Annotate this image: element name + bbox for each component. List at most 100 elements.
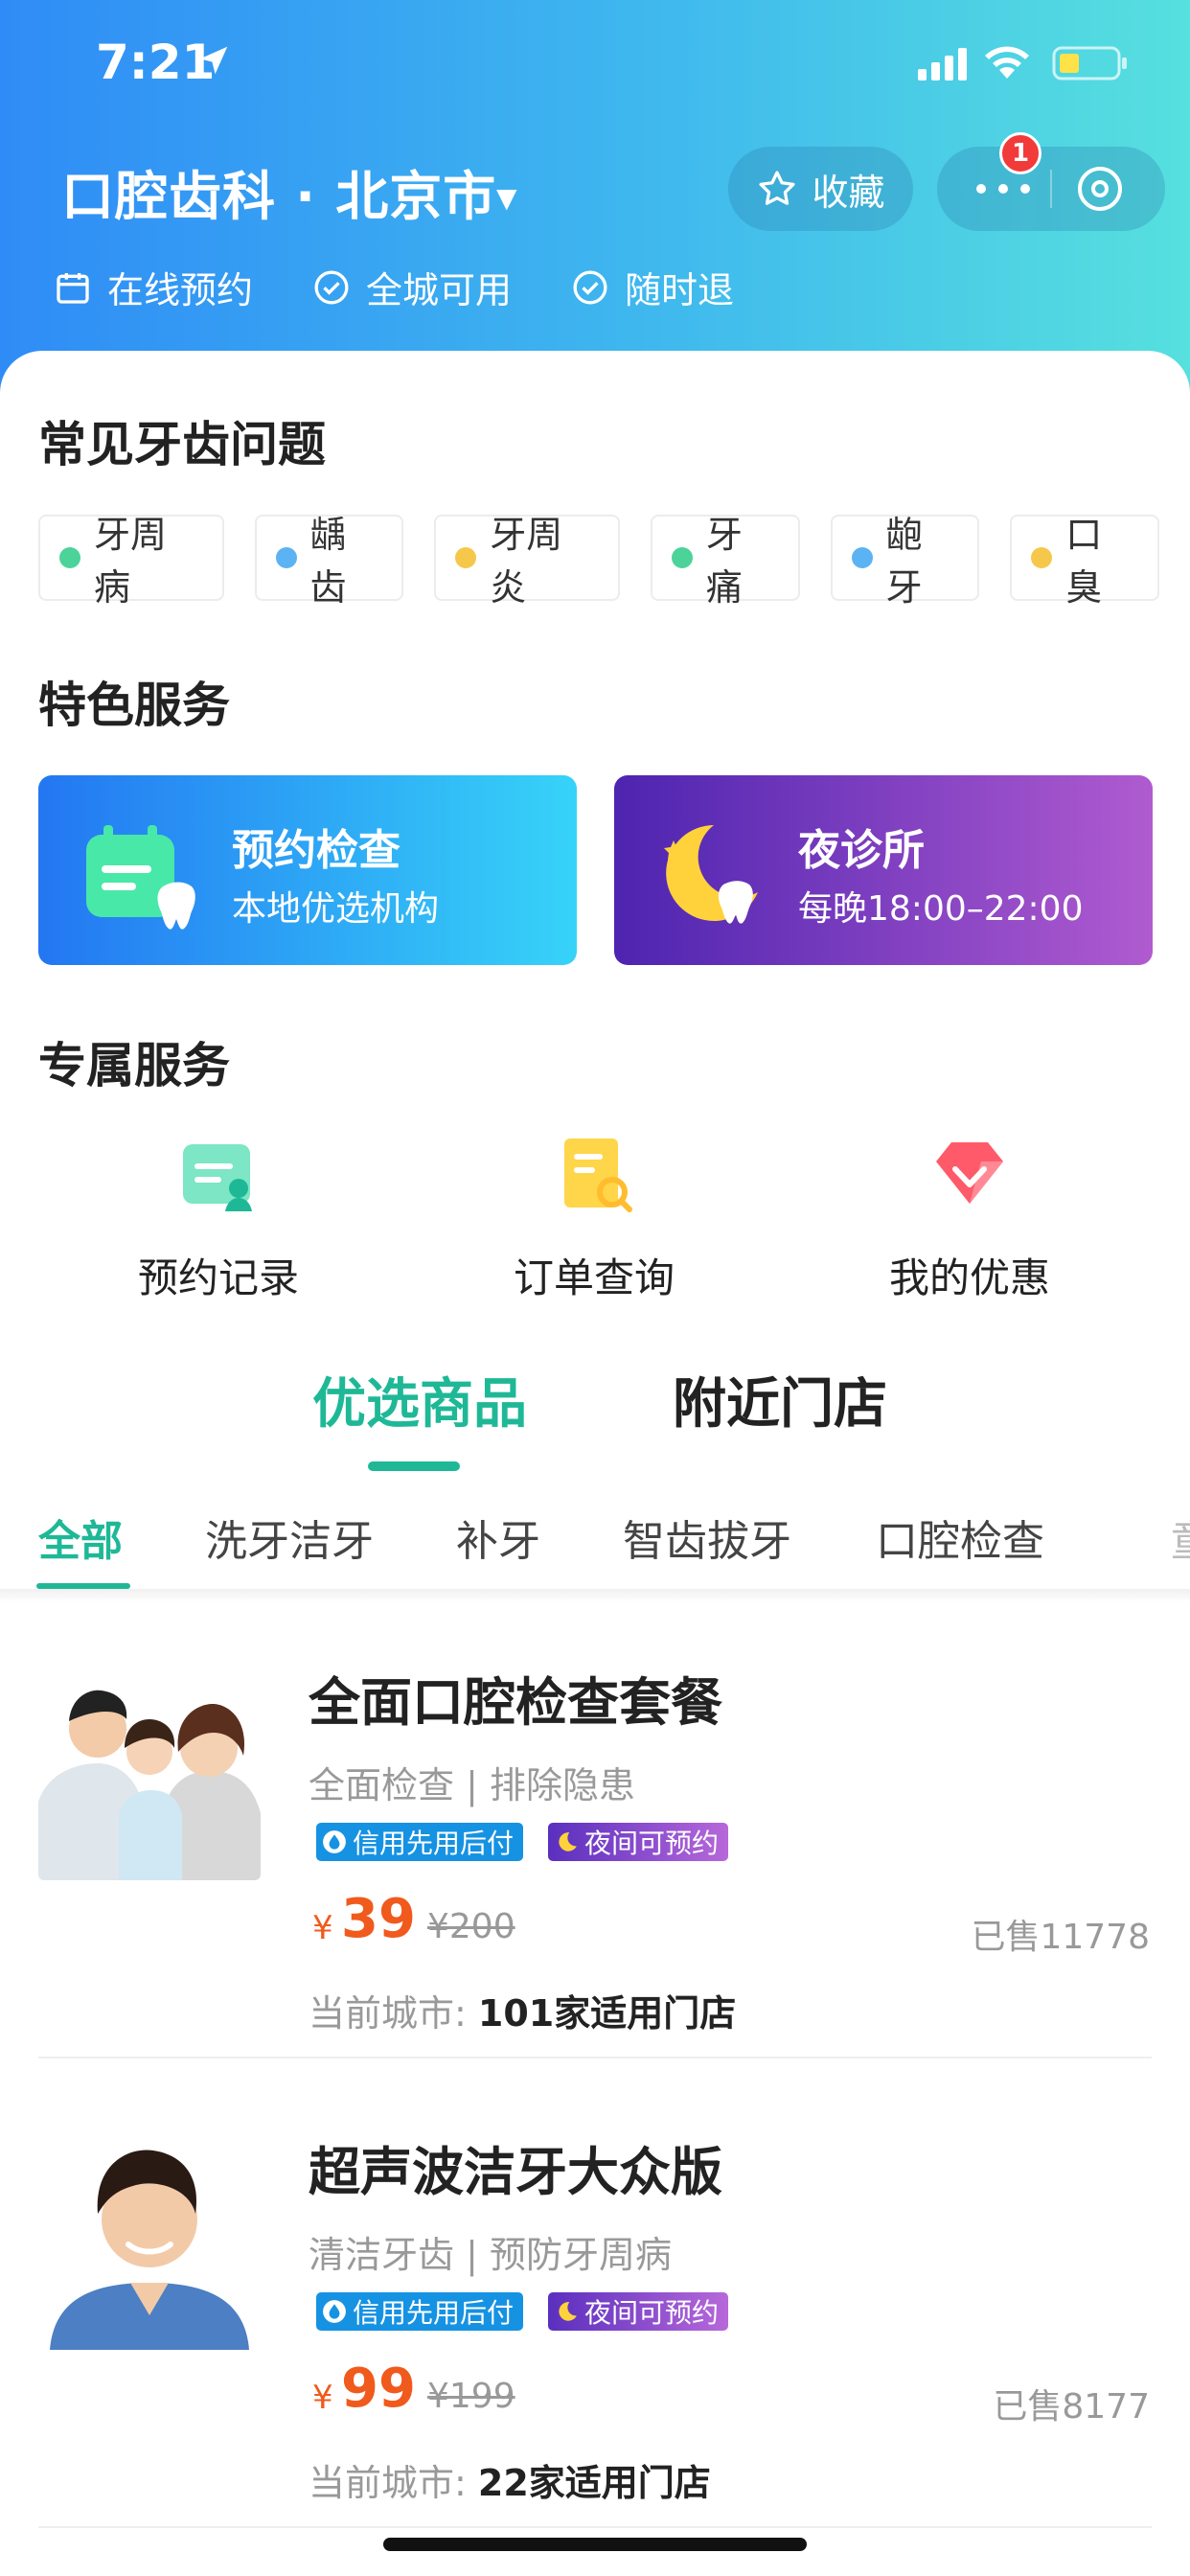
dot-icon [1031,547,1053,568]
favorite-button[interactable]: 收藏 [728,147,913,231]
feature-list: 在线预约 全城可用 随时退 [54,261,793,313]
feature-online-booking: 在线预约 [54,261,253,313]
drop-icon [323,1830,346,1853]
city-label: 当前城市: [309,1992,467,2035]
dot-icon [59,547,80,568]
city-info: 当前城市: 101家适用门店 [309,1984,736,2036]
category-tab-all[interactable]: 全部 [38,1506,123,1568]
night-clinic-card[interactable]: 夜诊所 每晚18:00–22:00 [614,775,1153,965]
my-discounts-item[interactable]: 我的优惠 [826,1131,1113,1304]
family-photo-illustration [38,1658,261,1880]
night-tag: 夜间可预约 [548,2292,729,2331]
moon-icon [559,2302,577,2321]
sold-count: 已售8177 [993,2387,1150,2426]
feature-citywide: 全城可用 [312,261,512,313]
category-tab-wisdom-tooth[interactable]: 智齿拔牙 [623,1506,791,1568]
feature-label: 全城可用 [366,269,513,311]
divider [38,2526,1152,2528]
city-value: 22家适用门店 [477,2462,711,2504]
problem-chip-label: 牙痛 [705,514,743,609]
category-shadow [0,1589,1190,1602]
credit-tag: 信用先用后付 [316,2292,524,2331]
wifi-icon [985,46,1029,79]
problem-chip[interactable]: 口臭 [1010,514,1159,609]
category-tab-filling[interactable]: 补牙 [456,1506,540,1568]
currency-symbol: ¥ [312,1909,333,1947]
problem-chip[interactable]: 龅牙 [830,514,980,609]
problem-chip[interactable]: 牙周病 [38,514,224,609]
page-title[interactable]: 口腔齿科 · 北京市 [61,153,496,230]
home-indicator[interactable] [383,2538,807,2551]
battery-icon [1052,46,1127,80]
problem-chip-label: 牙周病 [93,514,167,609]
order-search-icon [564,1138,632,1212]
star-icon [759,171,796,205]
product-price: 99 [341,2358,416,2420]
problem-chip-list: 牙周病 龋齿 牙周炎 牙痛 龅牙 口臭 [38,514,1190,609]
problem-chip-label: 口臭 [1065,514,1103,609]
product-desc: 全面检查 | 排除隐患 [309,1764,635,1806]
close-mini-program-icon[interactable] [1075,164,1125,214]
tab-featured-products[interactable]: 优选商品 [312,1361,527,1438]
dot-icon [275,547,297,568]
booking-record-icon [183,1144,252,1211]
appointment-check-card[interactable]: 预约检查 本地优选机构 [38,775,577,965]
category-tab-cleaning[interactable]: 洗牙洁牙 [205,1506,374,1568]
capsule-divider [1050,170,1052,208]
city-label: 当前城市: [309,2462,467,2504]
check-circle-icon [314,270,349,304]
feature-refund: 随时退 [571,261,734,313]
product-card[interactable]: 全面口腔检查套餐 全面检查 | 排除隐患 信用先用后付 夜间可预约 ¥ 39 ¥… [0,1620,1190,2089]
page: 7:21 口腔齿科 · 北京市 ▼ 收藏 1 在线预约 全城可用 随时退 常见牙… [0,0,1190,2576]
sold-count: 已售11778 [971,1918,1150,1957]
night-tag: 夜间可预约 [548,1823,729,1861]
credit-tag-label: 信用先用后付 [353,2297,515,2329]
signal-icon [918,48,967,80]
city-info: 当前城市: 22家适用门店 [309,2453,711,2506]
man-photo-illustration [38,2128,261,2350]
night-tag-label: 夜间可预约 [584,2297,720,2329]
section-title-featured: 特色服务 [38,678,230,733]
booking-records-label: 预约记录 [137,1254,299,1301]
moon-tooth-icon [664,825,758,924]
problem-chip[interactable]: 牙痛 [650,514,800,609]
dot-icon [671,547,693,568]
caret-down-icon[interactable]: ▼ [496,182,517,214]
problem-chip[interactable]: 牙周炎 [434,514,620,609]
product-price: 39 [341,1888,416,1950]
category-tab-oral-check[interactable]: 口腔检查 [876,1506,1044,1568]
feature-label: 随时退 [625,269,735,311]
card-title: 夜诊所 [798,826,925,875]
night-tag-label: 夜间可预约 [584,1828,720,1859]
product-desc: 清洁牙齿 | 预防牙周病 [309,2234,672,2276]
more-icon[interactable] [972,175,1035,202]
city-value: 101家适用门店 [477,1992,737,2035]
category-tabs: 全部 洗牙洁牙 补牙 智齿拔牙 口腔检查 童 [0,1495,1190,1591]
booking-records-item[interactable]: 预约记录 [75,1131,362,1304]
my-discounts-label: 我的优惠 [888,1254,1050,1301]
product-tags: 信用先用后付 夜间可预约 [316,1823,753,1861]
dot-icon [851,547,873,568]
check-circle-icon [573,270,607,304]
problem-chip-label: 龅牙 [885,514,923,609]
card-title: 预约检查 [232,826,400,875]
product-card[interactable]: 超声波洁牙大众版 清洁牙齿 | 预防牙周病 信用先用后付 夜间可预约 ¥ 99 … [0,2089,1190,2559]
category-tab-children[interactable]: 童 [1171,1506,1190,1568]
product-tags: 信用先用后付 夜间可预约 [316,2292,753,2331]
original-price: ¥199 [427,2377,515,2416]
notification-badge: 1 [999,132,1041,174]
card-subtitle: 本地优选机构 [232,889,440,929]
section-title-common-problems: 常见牙齿问题 [38,417,326,472]
dot-icon [455,547,477,568]
location-arrow-icon [199,46,228,75]
original-price: ¥200 [427,1907,515,1946]
currency-symbol: ¥ [312,2379,333,2417]
tab-nearby-stores[interactable]: 附近门店 [673,1361,887,1438]
order-query-label: 订单查询 [513,1254,675,1301]
exclusive-service-grid: 预约记录 订单查询 我的优惠 [0,1131,1190,1303]
mini-program-capsule [937,147,1165,231]
problem-chip[interactable]: 龋齿 [254,514,404,609]
product-name: 超声波洁牙大众版 [309,2142,722,2202]
order-query-item[interactable]: 订单查询 [450,1131,738,1304]
divider [38,2057,1152,2058]
